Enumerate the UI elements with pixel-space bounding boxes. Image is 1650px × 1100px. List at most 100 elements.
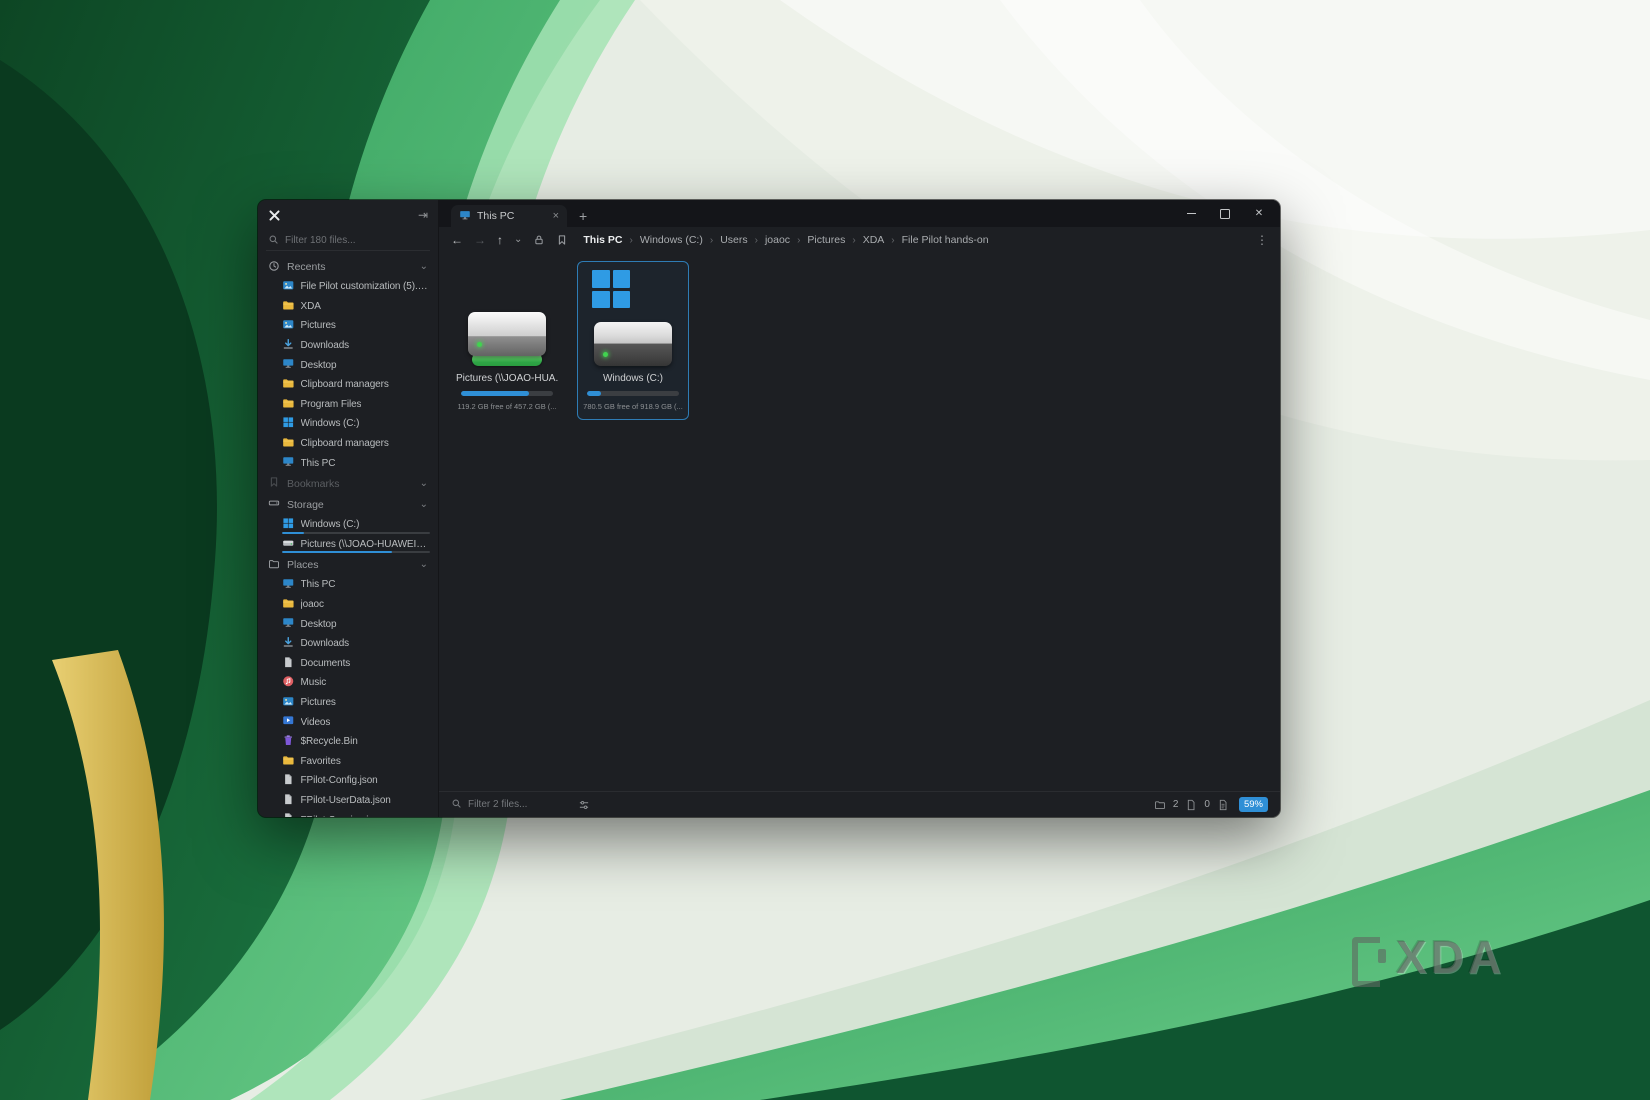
breadcrumb-item-xda[interactable]: XDA — [863, 234, 885, 246]
sidebar-item-clipboard-managers[interactable]: Clipboard managers — [258, 375, 438, 395]
section-header-storage[interactable]: Storage⌄ — [258, 495, 438, 515]
details-icon[interactable] — [1217, 799, 1229, 811]
breadcrumb-separator: › — [755, 235, 758, 246]
sidebar-item-program-files[interactable]: Program Files — [258, 395, 438, 415]
sidebar-item-label: $Recycle.Bin — [301, 736, 358, 747]
lock-icon[interactable] — [533, 234, 545, 246]
folder-icon — [282, 754, 295, 770]
status-filter-input[interactable]: Filter 2 files... — [451, 798, 569, 812]
breadcrumb-item-this-pc[interactable]: This PC — [583, 234, 622, 246]
drive-led-icon — [603, 352, 608, 357]
sidebar-item-downloads[interactable]: Downloads — [258, 634, 438, 654]
sidebar-item-downloads[interactable]: Downloads — [258, 336, 438, 356]
sidebar-header: ⇥ — [258, 200, 438, 228]
sidebar-item-desktop[interactable]: Desktop — [258, 614, 438, 634]
sidebar-item-clipboard-managers[interactable]: Clipboard managers — [258, 434, 438, 454]
toolbar: ← → ↑ ⌄ This PC › Windows (C:) › Users › joaoc… — [439, 227, 1280, 253]
breadcrumb-separator: › — [797, 235, 800, 246]
doc-icon — [282, 656, 295, 672]
sidebar-item-label: Downloads — [301, 340, 350, 351]
close-button[interactable]: ✕ — [1242, 200, 1276, 227]
window-controls: ✕ — [1174, 200, 1280, 227]
section-header-recents[interactable]: Recents⌄ — [258, 257, 438, 277]
sidebar-item-fpilot-session-json[interactable]: FPilot-Session.json — [258, 810, 438, 817]
sidebar-item-windows-c[interactable]: Windows (C:) — [258, 515, 438, 535]
sidebar-item-label: Pictures — [301, 697, 336, 708]
monitor-icon — [282, 357, 295, 373]
search-icon — [451, 798, 462, 812]
drive-caption: 780.5 GB free of 918.9 GB (... — [583, 402, 683, 411]
sidebar-item-fpilot-userdata-json[interactable]: FPilot-UserData.json — [258, 791, 438, 811]
sidebar-item-file-pilot-customization-5-png[interactable]: File Pilot customization (5).png — [258, 277, 438, 297]
image-icon — [282, 279, 295, 295]
sidebar-item-favorites[interactable]: Favorites — [258, 751, 438, 771]
section-label: Bookmarks — [287, 478, 340, 490]
sidebar-filter-input[interactable]: Filter 180 files... — [266, 231, 430, 251]
breadcrumb-item-file-pilot-hands-on[interactable]: File Pilot hands-on — [902, 234, 989, 246]
breadcrumb-separator: › — [891, 235, 894, 246]
section-header-bookmarks[interactable]: Bookmarks⌄ — [258, 474, 438, 494]
monitor-icon — [282, 577, 295, 593]
minimize-button[interactable] — [1174, 200, 1208, 227]
maximize-button[interactable] — [1208, 200, 1242, 227]
sidebar-item-label: Pictures (\\JOAO-HUAWEIXPRO) ... — [301, 539, 431, 550]
drive-caption: 119.2 GB free of 457.2 GB (... — [457, 402, 556, 411]
menu-kebab-icon[interactable]: ⋮ — [1256, 233, 1268, 247]
folder-count: 2 — [1173, 799, 1179, 810]
file-count-icon — [1185, 799, 1197, 811]
sidebar-item-this-pc[interactable]: This PC — [258, 453, 438, 473]
windows-logo-icon — [592, 270, 630, 308]
back-button[interactable]: ← — [451, 234, 463, 246]
main-panel: This PC × + ✕ ← → ↑ ⌄ This PC › Windows (C… — [439, 200, 1280, 817]
sidebar-item-pictures-joao-huaweixpro[interactable]: Pictures (\\JOAO-HUAWEIXPRO) ... — [258, 535, 438, 555]
sidebar-item-xda[interactable]: XDA — [258, 297, 438, 317]
breadcrumb-item-joaoc[interactable]: joaoc — [765, 234, 790, 246]
sidebar-item-documents[interactable]: Documents — [258, 654, 438, 674]
close-tab-icon[interactable]: × — [553, 211, 559, 222]
folder-icon — [282, 377, 295, 393]
filter-settings-icon[interactable] — [578, 799, 590, 811]
new-tab-button[interactable]: + — [579, 209, 587, 223]
monitor-icon — [282, 455, 295, 471]
drive-led-icon — [477, 342, 482, 347]
download-icon — [282, 636, 295, 652]
sidebar-item-label: Documents — [301, 658, 351, 669]
breadcrumb-item-users[interactable]: Users — [720, 234, 747, 246]
sidebar-item-music[interactable]: Music — [258, 673, 438, 693]
collapse-sidebar-icon[interactable]: ⇥ — [418, 208, 428, 222]
sidebar-item-joaoc[interactable]: joaoc — [258, 595, 438, 615]
tab-label: This PC — [477, 210, 547, 222]
folder-icon — [282, 597, 295, 613]
status-info: 2 0 59% — [1154, 797, 1268, 812]
forward-button[interactable]: → — [474, 234, 486, 246]
sidebar-item-pictures[interactable]: Pictures — [258, 316, 438, 336]
doc-icon — [282, 773, 295, 789]
breadcrumb-item-pictures[interactable]: Pictures — [807, 234, 845, 246]
sidebar-item-desktop[interactable]: Desktop — [258, 355, 438, 375]
bookmark-icon[interactable] — [556, 234, 568, 246]
sidebar-item-fpilot-config-json[interactable]: FPilot-Config.json — [258, 771, 438, 791]
history-dropdown-icon[interactable]: ⌄ — [514, 235, 522, 245]
sidebar-item-label: Pictures — [301, 320, 336, 331]
breadcrumb-item-windows-c[interactable]: Windows (C:) — [640, 234, 703, 246]
sidebar-item-videos[interactable]: Videos — [258, 712, 438, 732]
sidebar-item-windows-c[interactable]: Windows (C:) — [258, 414, 438, 434]
monitor-icon — [282, 616, 295, 632]
section-label: Storage — [287, 499, 324, 511]
sidebar-item-recycle-bin[interactable]: $Recycle.Bin — [258, 732, 438, 752]
drive-tile-windows-c[interactable]: Windows (C:) 780.5 GB free of 918.9 GB (.… — [577, 261, 689, 420]
up-button[interactable]: ↑ — [497, 234, 503, 246]
drive-tile-pictures-joao-hua[interactable]: Pictures (\\JOAO-HUA...119.2 GB free of … — [451, 261, 563, 420]
sidebar-item-label: FPilot-Session.json — [301, 815, 385, 817]
file-pilot-window: ⇥ Filter 180 files... Recents⌄File Pilot… — [258, 200, 1280, 817]
zoom-badge[interactable]: 59% — [1239, 797, 1268, 812]
drive-name: Windows (C:) — [603, 373, 663, 384]
sidebar-item-pictures[interactable]: Pictures — [258, 693, 438, 713]
drive-grid: Pictures (\\JOAO-HUA...119.2 GB free of … — [439, 253, 1280, 791]
sidebar-item-this-pc[interactable]: This PC — [258, 575, 438, 595]
xda-logo-icon — [1352, 935, 1386, 979]
section-header-places[interactable]: Places⌄ — [258, 555, 438, 575]
sidebar-item-label: joaoc — [301, 599, 324, 610]
sidebar-item-label: XDA — [301, 301, 321, 312]
tab-this-pc[interactable]: This PC × — [451, 205, 567, 227]
